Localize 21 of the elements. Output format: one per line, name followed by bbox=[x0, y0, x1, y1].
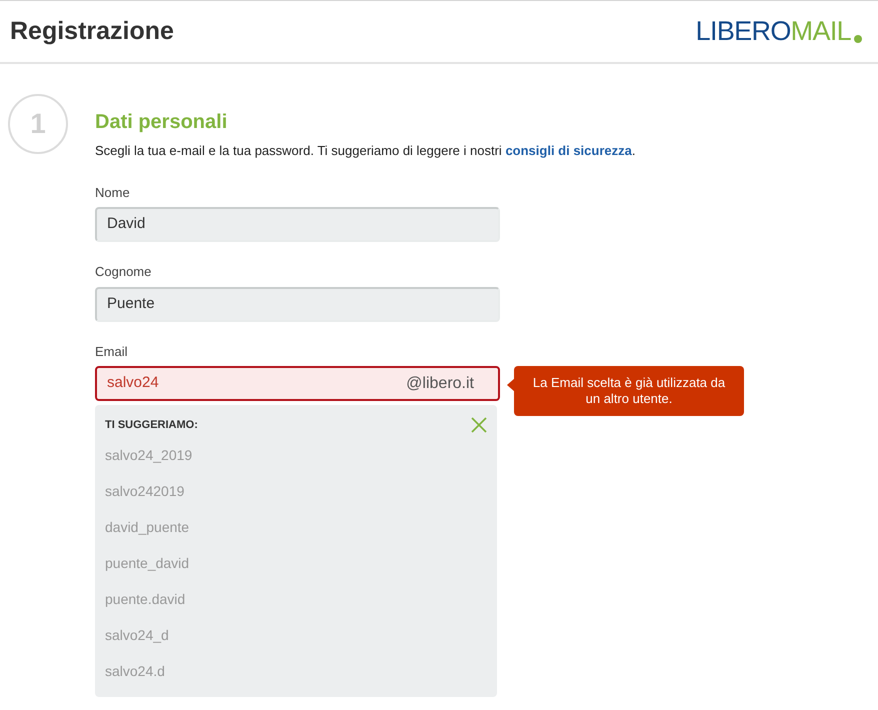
suggestion-item[interactable]: salvo24_2019 bbox=[105, 444, 192, 466]
suggestion-item[interactable]: salvo242019 bbox=[105, 480, 184, 502]
input-field[interactable]: salvo24 @libero.it bbox=[95, 366, 500, 401]
page-title: Registrazione bbox=[10, 16, 174, 47]
suggestions-heading: TI SUGGERIAMO: bbox=[105, 418, 198, 433]
suggestion-item[interactable]: david_puente bbox=[105, 516, 190, 538]
section-title: Dati personali bbox=[95, 110, 228, 135]
input-field[interactable]: Puente bbox=[95, 286, 500, 322]
security-tips-link[interactable]: consigli di sicurezza bbox=[505, 143, 632, 158]
logo: LIBEROMAIL bbox=[696, 18, 862, 45]
intro-text: Scegli la tua e-mail e la tua password. Ti suggeriamo di leggere i nostri consigli di sicurezza. bbox=[95, 142, 636, 160]
suggestion-item[interactable]: puente_david bbox=[105, 552, 190, 574]
error-tooltip: La Email scelta è già utilizzata da un altro utente. bbox=[507, 366, 744, 416]
close-icon[interactable] bbox=[471, 417, 487, 433]
suggestion-item[interactable]: puente.david bbox=[105, 588, 186, 610]
suggestion-item[interactable]: salvo24_d bbox=[105, 624, 169, 646]
suggestion-item[interactable]: salvo24.d bbox=[105, 660, 165, 682]
field-label: Cognome bbox=[95, 263, 152, 281]
field-label: Email bbox=[95, 342, 129, 360]
field-label: Nome bbox=[95, 184, 131, 202]
input-field[interactable]: David bbox=[95, 207, 500, 242]
